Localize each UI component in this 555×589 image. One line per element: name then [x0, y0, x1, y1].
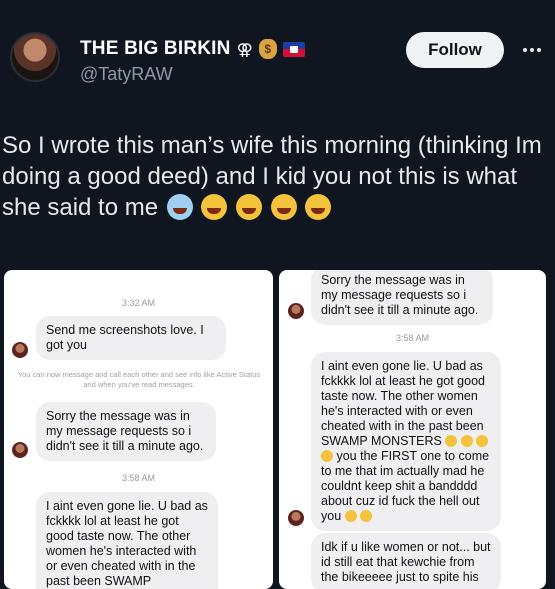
message-bubble: Idk if u like women or not... but id sti…	[311, 533, 501, 589]
emoji-icon	[360, 510, 373, 522]
display-name[interactable]: THE BIG BIRKIN	[80, 38, 231, 60]
emoji-icon	[460, 435, 473, 447]
emoji-icon	[321, 450, 333, 462]
author-handle[interactable]: @TatyRAW	[80, 64, 173, 85]
timestamp: 3:32 AM	[121, 298, 156, 308]
screenshot-left[interactable]: 3:32 AM Send me screenshots love. I got …	[4, 270, 273, 589]
chat-notice: You can now message and call each other …	[17, 370, 261, 389]
tears-of-joy-emoji-icon	[236, 194, 263, 220]
sender-avatar	[12, 342, 28, 358]
message-bubble: Sorry the message was in my message requ…	[36, 402, 216, 461]
timestamp: 3:58 AM	[395, 333, 430, 343]
sender-avatar	[288, 510, 304, 526]
tears-of-joy-emoji-icon	[270, 194, 297, 220]
message-bubble: Sorry the message was in my message requ…	[311, 270, 493, 325]
haiti-flag-icon	[282, 41, 305, 57]
message-text: I aint even gone lie. U bad as fckkkk lo…	[321, 359, 485, 448]
follow-button[interactable]: Follow	[406, 32, 504, 68]
sender-avatar	[12, 442, 28, 458]
tweet-header: THE BIG BIRKIN ⚢ $ @TatyRAW Follow	[0, 0, 555, 110]
more-options-icon[interactable]	[516, 38, 548, 62]
message-bubble: I aint even gone lie. U bad as fckkkk lo…	[36, 492, 218, 589]
emoji-icon	[344, 510, 357, 522]
money-bag-icon: $	[258, 39, 277, 59]
screenshot-right[interactable]: Sorry the message was in my message requ…	[279, 270, 546, 589]
message-bubble: I aint even gone lie. U bad as fckkkk lo…	[311, 352, 501, 531]
women-symbol-icon: ⚢	[236, 39, 253, 59]
avatar[interactable]	[10, 32, 60, 82]
emoji-icon	[445, 435, 458, 447]
tears-of-joy-emoji-icon	[305, 194, 332, 220]
sender-avatar	[288, 303, 304, 319]
tears-of-joy-emoji-icon	[201, 194, 228, 220]
message-bubble: Send me screenshots love. I got you	[36, 316, 226, 360]
loudly-crying-emoji-icon	[166, 194, 193, 220]
emoji-icon	[476, 435, 489, 447]
tweet-body: So I wrote this man’s wife this morning …	[0, 130, 555, 223]
author-name-row[interactable]: THE BIG BIRKIN ⚢ $	[80, 38, 305, 60]
timestamp: 3:58 AM	[121, 473, 156, 483]
